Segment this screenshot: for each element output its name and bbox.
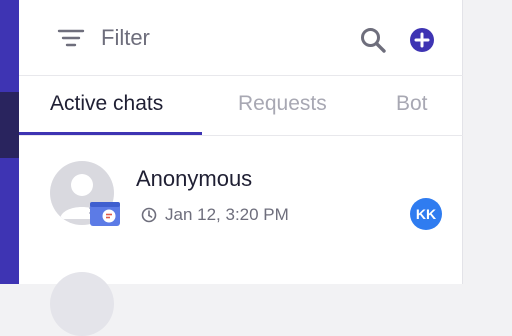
assigned-agent-avatar: KK <box>410 198 442 230</box>
active-tab-indicator <box>19 132 202 135</box>
chat-list-panel: Filter Active chats Requests Bot Anonymo… <box>19 0 463 336</box>
filter-label[interactable]: Filter <box>101 25 150 51</box>
tab-requests[interactable]: Requests <box>238 92 327 116</box>
search-icon[interactable] <box>359 26 387 59</box>
tab-active-chats[interactable]: Active chats <box>50 92 163 116</box>
avatar <box>50 272 114 336</box>
filter-icon[interactable] <box>57 28 85 53</box>
chat-timestamp: Jan 12, 3:20 PM <box>165 205 289 224</box>
chat-widget-icon <box>87 198 123 233</box>
chat-list-item[interactable]: Anonymous Jan 12, 3:20 PM KK <box>19 136 463 246</box>
chat-tabs: Active chats Requests Bot <box>19 76 463 136</box>
rail-active-indicator <box>0 92 19 158</box>
chat-contact-name: Anonymous <box>136 166 253 191</box>
panel-header: Filter <box>19 0 463 76</box>
tab-bot[interactable]: Bot <box>396 92 428 116</box>
clock-icon <box>141 207 157 228</box>
plus-circle-icon[interactable] <box>409 27 435 58</box>
